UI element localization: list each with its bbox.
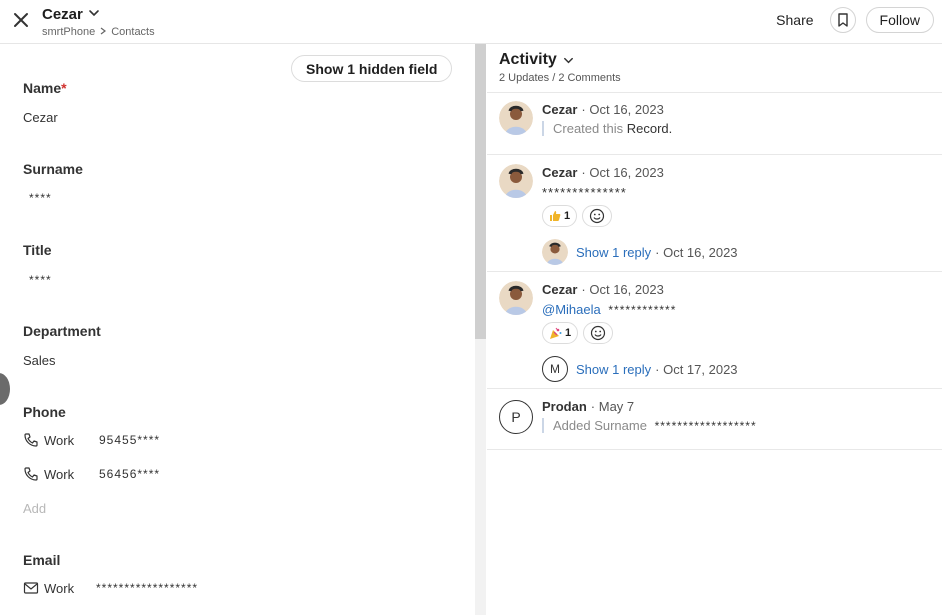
activity-header[interactable]: Activity [499,51,575,69]
entry-date: · Oct 16, 2023 [581,282,664,297]
reaction-count: 1 [565,327,572,339]
chevron-down-icon[interactable] [87,6,101,23]
entry-header: Prodan · May 7 [542,399,634,414]
add-reaction-button[interactable] [583,322,614,344]
show-reply-link[interactable]: Show 1 reply [576,362,651,377]
bookmark-icon [837,13,848,27]
required-mark: * [61,80,67,96]
phone-label: Phone [23,404,66,420]
phone-icon [23,466,39,482]
breadcrumb: smrtPhone Contacts [42,26,155,38]
header-actions: Share Follow [776,7,934,33]
activity-entry: Cezar · Oct 16, 2023 ************** 1 Sho… [487,154,942,271]
smiley-icon [591,325,606,341]
department-value[interactable]: Sales [23,353,56,368]
mention-link[interactable]: @Mihaela [542,302,601,317]
phone-number[interactable]: 95455**** [99,433,160,447]
show-reply-link[interactable]: Show 1 reply [576,245,651,260]
avatar[interactable] [499,281,533,315]
phone-row[interactable]: Work 56456**** [23,466,160,482]
breadcrumb-app[interactable]: smrtPhone [42,26,95,38]
comment-text: ************ [608,303,677,317]
entry-header: Cezar · Oct 16, 2023 [542,282,664,297]
department-label: Department [23,323,101,339]
reply-date: · Oct 17, 2023 [655,361,738,377]
entry-date: · May 7 [590,399,635,414]
show-hidden-field-button[interactable]: Show 1 hidden field [291,55,453,82]
page-title: Cezar [42,6,83,23]
activity-entry: Cezar · Oct 16, 2023 @Mihaela ***********… [487,271,942,388]
avatar[interactable] [499,164,533,198]
follow-button[interactable]: Follow [865,7,934,33]
entry-date: · Oct 16, 2023 [581,102,664,117]
comment-text: ************** [542,185,627,200]
smiley-icon [590,208,605,224]
collapse-handle[interactable] [0,373,10,405]
add-reaction-button[interactable] [582,205,613,227]
reactions-bar: 1 [542,205,613,227]
entry-header: Cezar · Oct 16, 2023 [542,102,664,117]
update-text: Added Surname [553,418,647,433]
author-name[interactable]: Cezar [542,282,577,297]
reply-row: M Show 1 reply · Oct 17, 2023 [542,356,738,382]
name-label-text: Name [23,80,62,96]
update-quote: Added Surname ****************** [542,418,757,433]
avatar [542,239,568,265]
record-header: Cezar smrtPhone Contacts Share Follow [0,0,942,44]
surname-value[interactable]: **** [29,191,52,205]
title-value[interactable]: **** [29,273,52,287]
author-name[interactable]: Cezar [542,165,577,180]
chevron-right-icon [99,26,107,38]
reaction-pill[interactable]: 1 [542,205,578,227]
reaction-pill[interactable]: 1 [542,322,579,344]
activity-summary: 2 Updates / 2 Comments [499,72,621,84]
fields-panel: Show 1 hidden field Name* Cezar Surname … [0,44,475,615]
chevron-down-icon [563,57,573,63]
phone-kind: Work [44,432,75,448]
update-value: ****************** [654,419,757,433]
email-label: Email [23,552,61,568]
activity-entry: Cezar · Oct 16, 2023 Created this Record. [487,92,942,154]
surname-label: Surname [23,161,83,177]
phone-kind: Work [44,466,75,482]
bookmark-button[interactable] [829,7,856,33]
name-label: Name* [23,80,67,96]
email-value[interactable]: ****************** [96,581,198,595]
email-row[interactable]: Work ****************** [23,580,198,596]
breadcrumb-contacts[interactable]: Contacts [111,26,154,38]
phone-number[interactable]: 56456**** [99,467,160,481]
entry-header: Cezar · Oct 16, 2023 [542,165,664,180]
reaction-count: 1 [564,210,571,222]
title-label: Title [23,242,52,258]
comment-body: @Mihaela ************ [542,302,676,317]
close-icon[interactable] [10,9,32,31]
activity-entry: P Prodan · May 7 Added Surname **********… [487,388,942,450]
add-phone-link[interactable]: Add [23,501,46,516]
author-name[interactable]: Cezar [542,102,577,117]
name-value[interactable]: Cezar [23,110,58,125]
avatar: M [542,356,568,382]
title-block: Cezar smrtPhone Contacts [42,6,155,38]
update-text: Created this [553,121,624,136]
avatar[interactable]: P [499,400,533,434]
activity-panel: Activity 2 Updates / 2 Comments Cezar · O… [487,44,942,615]
activity-title: Activity [499,51,557,68]
update-object: Record. [626,121,673,136]
entry-date: · Oct 16, 2023 [581,165,664,180]
reactions-bar: 1 [542,322,614,344]
party-emoji-icon [550,327,562,339]
update-quote: Created this Record. [542,121,672,136]
share-button[interactable]: Share [776,12,813,28]
email-kind: Work [44,580,75,596]
reply-row: Show 1 reply · Oct 16, 2023 [542,239,738,265]
author-name[interactable]: Prodan [542,399,587,414]
thumbs-up-icon [550,211,561,221]
avatar[interactable] [499,101,533,135]
panel-scrollbar-thumb[interactable] [475,44,486,339]
reply-date: · Oct 16, 2023 [655,244,738,260]
mail-icon [23,580,39,596]
phone-row[interactable]: Work 95455**** [23,432,160,448]
phone-icon [23,432,39,448]
